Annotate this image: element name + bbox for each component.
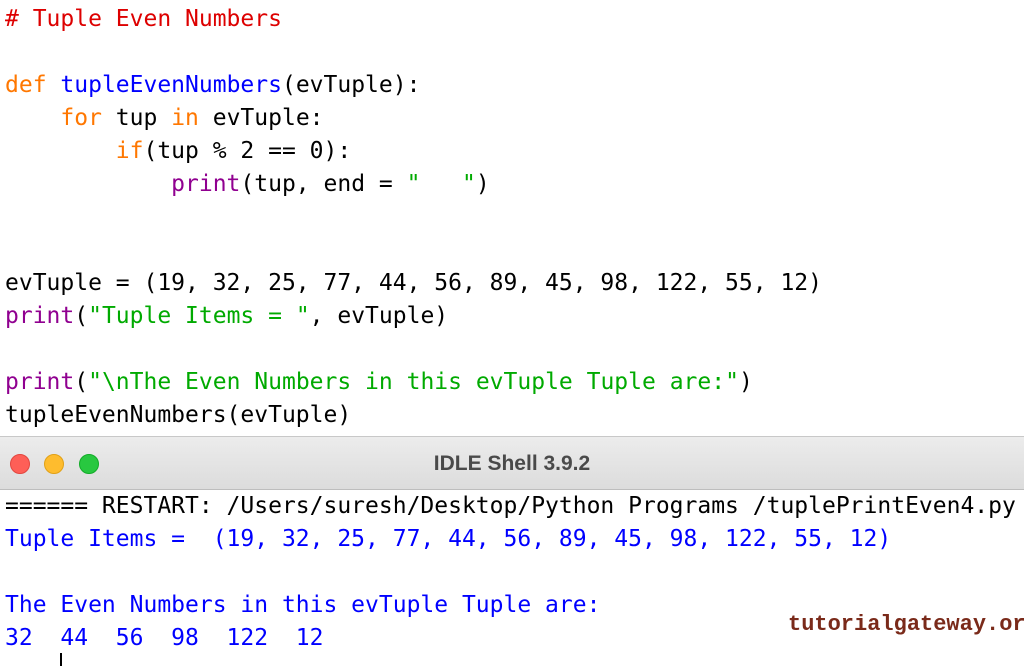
code-token: tupleEvenNumbers — [60, 72, 282, 98]
code-token: print — [5, 369, 74, 395]
shell-window-titlebar[interactable]: IDLE Shell 3.9.2 — [0, 436, 1024, 490]
code-token: , evTuple) — [310, 303, 448, 329]
tuple-items-output: Tuple Items = (19, 32, 25, 77, 44, 56, 8… — [5, 523, 891, 556]
even-numbers-heading-output: The Even Numbers in this evTuple Tuple a… — [5, 589, 600, 622]
code-token: def — [5, 72, 47, 98]
code-token: evTuple = (19, 32, 25, 77, 44, 56, 89, 4… — [5, 270, 822, 296]
shell-output-area[interactable]: ====== RESTART: /Users/suresh/Desktop/Py… — [0, 490, 1024, 666]
code-token — [5, 171, 171, 197]
code-line[interactable]: def tupleEvenNumbers(evTuple): — [5, 69, 420, 102]
code-line[interactable]: for tup in evTuple: — [5, 102, 324, 135]
window-title: IDLE Shell 3.9.2 — [0, 437, 1024, 491]
code-token: # Tuple Even Numbers — [5, 6, 282, 32]
code-token — [47, 72, 61, 98]
code-token: in — [171, 105, 199, 131]
code-token: print — [5, 303, 74, 329]
code-token: for — [60, 105, 102, 131]
code-line[interactable]: tupleEvenNumbers(evTuple) — [5, 399, 351, 432]
code-token: "Tuple Items = " — [88, 303, 310, 329]
code-line[interactable]: evTuple = (19, 32, 25, 77, 44, 56, 89, 4… — [5, 267, 822, 300]
code-token: tup — [102, 105, 171, 131]
code-editor[interactable]: # Tuple Even Numbers def tupleEvenNumbers… — [0, 0, 1024, 434]
code-token: if — [116, 138, 144, 164]
restart-line: ====== RESTART: /Users/suresh/Desktop/Py… — [5, 490, 1016, 523]
code-token: tupleEvenNumbers(evTuple) — [5, 402, 351, 428]
code-line[interactable]: # Tuple Even Numbers — [5, 3, 282, 36]
code-token: (tup % 2 == 0): — [143, 138, 351, 164]
code-line[interactable]: print("Tuple Items = ", evTuple) — [5, 300, 448, 333]
code-token: ( — [74, 369, 88, 395]
code-token: ) — [739, 369, 753, 395]
code-token: (evTuple): — [282, 72, 420, 98]
code-token: (tup, end = — [240, 171, 406, 197]
code-token: print — [171, 171, 240, 197]
code-token — [5, 105, 60, 131]
code-token: ( — [74, 303, 88, 329]
code-token: ) — [476, 171, 490, 197]
code-token — [5, 138, 116, 164]
code-line[interactable]: print(tup, end = " ") — [5, 168, 490, 201]
code-token: "\nThe Even Numbers in this evTuple Tupl… — [88, 369, 739, 395]
site-watermark: tutorialgateway.org — [788, 609, 1024, 641]
even-numbers-result-output: 32 44 56 98 122 12 — [5, 622, 324, 655]
code-line[interactable]: print("\nThe Even Numbers in this evTupl… — [5, 366, 753, 399]
code-line[interactable]: if(tup % 2 == 0): — [5, 135, 351, 168]
text-cursor — [60, 653, 62, 666]
code-token: " " — [407, 171, 476, 197]
code-token: evTuple: — [199, 105, 324, 131]
